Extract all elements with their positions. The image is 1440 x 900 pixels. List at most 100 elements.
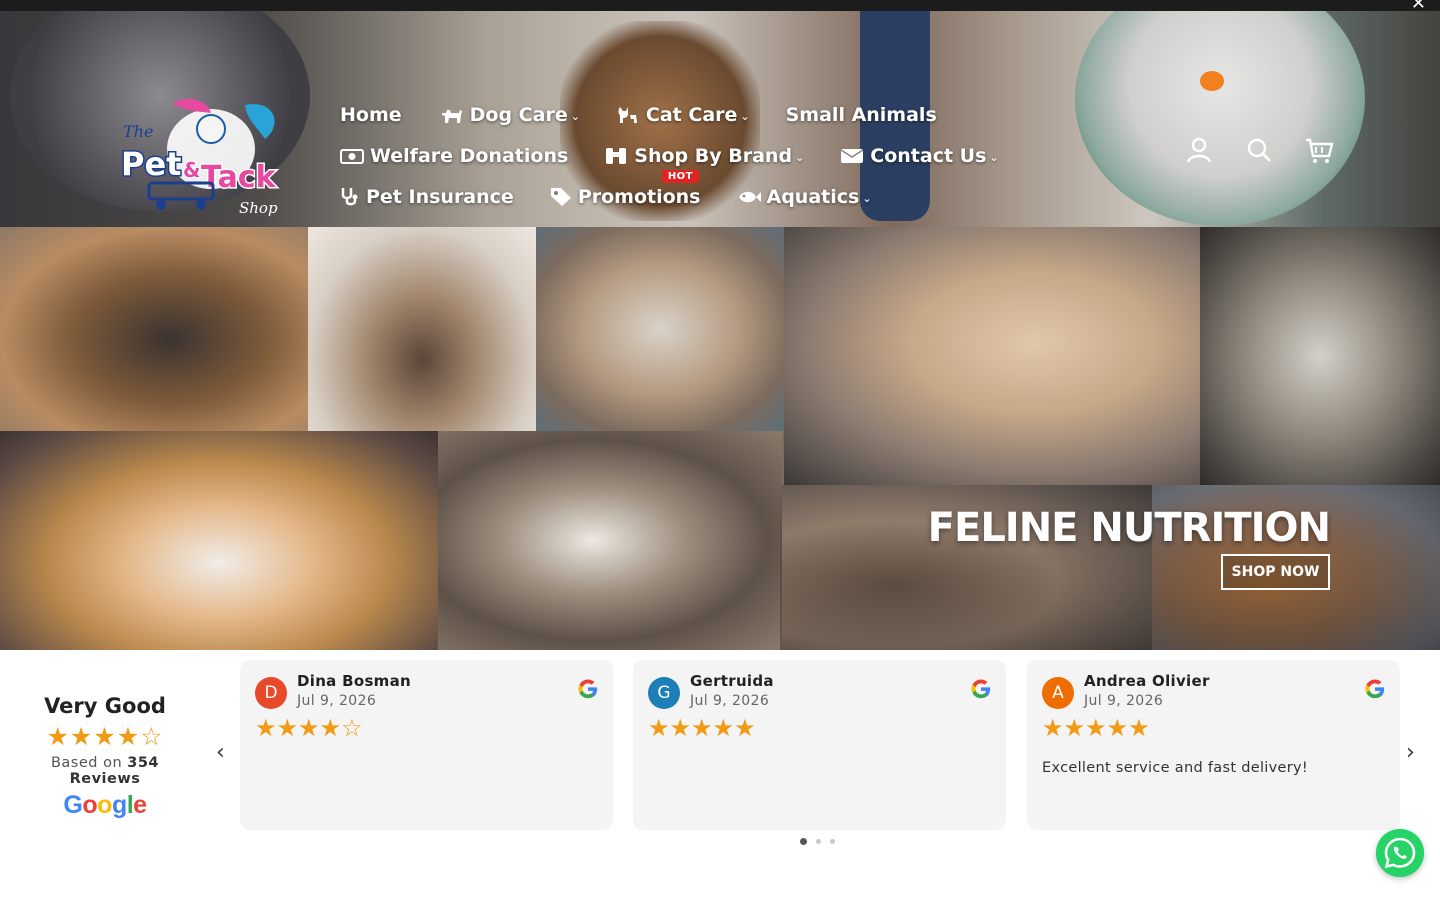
- summary-stars: ★★★★☆: [18, 724, 192, 750]
- pagination-dot[interactable]: [830, 839, 835, 844]
- google-g-icon: [577, 678, 599, 700]
- review-stars: ★★★★☆: [255, 715, 363, 741]
- announcement-bar: ✕: [0, 0, 1440, 14]
- star-icon: ★: [1063, 714, 1086, 742]
- chevron-down-icon: ⌄: [795, 151, 805, 164]
- search-icon[interactable]: [1244, 135, 1274, 165]
- header-bg-fishbowl: [1075, 11, 1365, 226]
- binoculars-icon: [604, 146, 628, 166]
- hero-photo-kittens: [536, 227, 784, 431]
- avatar: A: [1042, 677, 1074, 709]
- envelope-icon: [840, 146, 864, 166]
- nav-item-pet-insurance[interactable]: Pet Insurance: [340, 186, 514, 208]
- star-icon: ★: [1106, 714, 1129, 742]
- review-date: Jul 9, 2026: [297, 693, 377, 709]
- cart-icon[interactable]: [1304, 135, 1334, 165]
- nav-item-small-animals[interactable]: Small Animals: [786, 104, 937, 126]
- nav-item-label: Dog Care: [469, 103, 568, 126]
- review-stars: ★★★★★: [648, 715, 756, 741]
- reviewer-name: Gertruida: [690, 672, 774, 690]
- star-icon: ★: [319, 714, 342, 742]
- hero-banner[interactable]: FELINE NUTRITION SHOP NOW: [0, 227, 1440, 650]
- nav-item-contact-us[interactable]: Contact Us ⌄: [840, 144, 999, 167]
- site-logo[interactable]: The Pet & Tack Shop: [115, 95, 293, 225]
- reviews-section: Very Good ★★★★☆ Based on 354 Reviews Goo…: [0, 650, 1440, 900]
- nav-item-welfare-donations[interactable]: Welfare Donations: [340, 145, 568, 167]
- pagination-dot[interactable]: [816, 839, 821, 844]
- svg-text:Shop: Shop: [239, 199, 278, 217]
- star-icon: ★: [46, 722, 70, 751]
- hero-photo-tabby: [1200, 227, 1440, 485]
- star-icon: ★: [93, 722, 117, 751]
- nav-item-shop-by-brand[interactable]: Shop By Brand ⌄: [604, 145, 804, 167]
- cat-icon: [616, 105, 640, 125]
- star-icon: ★: [691, 714, 713, 742]
- star-icon: ★: [712, 714, 735, 742]
- pagination-dot[interactable]: [800, 838, 807, 845]
- rating-label: Very Good: [44, 694, 166, 718]
- hero-photo-cats-play: [784, 227, 1200, 485]
- review-card: G Gertruida Jul 9, 2026 ★★★★★: [633, 660, 1006, 830]
- hero-title: FELINE NUTRITION: [927, 505, 1331, 551]
- nav-item-promotions[interactable]: Promotions HOT: [550, 169, 701, 208]
- tag-icon: [550, 187, 572, 207]
- nav-item-label: Aquatics: [766, 185, 860, 208]
- nav-row-3: Pet Insurance Promotions HOT Aquatics ⌄: [340, 169, 1037, 217]
- header-actions: [1184, 135, 1334, 165]
- star-icon: ★: [116, 722, 141, 751]
- svg-text:Pet: Pet: [121, 145, 181, 183]
- reviews-summary: Very Good ★★★★☆ Based on 354 Reviews Goo…: [18, 694, 192, 820]
- google-logo: Google: [63, 791, 147, 819]
- nav-item-aquatics[interactable]: Aquatics ⌄: [737, 186, 872, 208]
- star-icon: ★: [1042, 714, 1064, 742]
- svg-text:&: &: [183, 158, 200, 182]
- avatar: G: [648, 677, 680, 709]
- stethoscope-icon: [340, 187, 360, 207]
- site-header: The Pet & Tack Shop Home Dog Care ⌄ Cat …: [0, 11, 1440, 227]
- star-empty-icon: ☆: [140, 722, 164, 751]
- star-empty-icon: ☆: [341, 714, 363, 742]
- star-icon: ★: [1128, 714, 1150, 742]
- shop-now-button[interactable]: SHOP NOW: [1221, 554, 1330, 590]
- nav-item-label: Pet Insurance: [366, 185, 514, 208]
- star-icon: ★: [298, 714, 320, 742]
- star-icon: ★: [276, 714, 299, 742]
- whatsapp-button[interactable]: [1376, 829, 1424, 877]
- svg-text:The: The: [123, 122, 153, 141]
- nav-item-label: Home: [340, 103, 402, 126]
- review-text: Excellent service and fast delivery!: [1042, 760, 1308, 776]
- review-stars: ★★★★★: [1042, 715, 1150, 741]
- chevron-down-icon: ⌄: [570, 110, 580, 123]
- google-g-icon: [970, 678, 992, 700]
- nav-item-label: Promotions: [577, 185, 701, 208]
- nav-item-label: Small Animals: [785, 103, 937, 126]
- hero-photo-two-cats: [438, 431, 782, 650]
- next-arrow-icon[interactable]: ›: [1406, 740, 1415, 765]
- hero-photo-hat-kitten: [0, 431, 438, 650]
- prev-arrow-icon[interactable]: ‹: [216, 740, 225, 765]
- review-card: A Andrea Olivier Jul 9, 2026 ★★★★★ Excel…: [1027, 660, 1400, 830]
- dog-icon: [440, 105, 464, 125]
- avatar: D: [255, 677, 287, 709]
- nav-row-1: Home Dog Care ⌄ Cat Care ⌄ Small Animals: [340, 94, 1037, 135]
- fish-icon: [737, 187, 761, 207]
- review-count: Based on 354 Reviews: [50, 755, 160, 787]
- account-icon[interactable]: [1184, 135, 1214, 165]
- hot-badge: HOT: [661, 169, 700, 183]
- whatsapp-icon: [1376, 829, 1424, 877]
- star-icon: ★: [669, 714, 692, 742]
- nav-item-label: Contact Us: [870, 144, 987, 167]
- nav-item-cat-care[interactable]: Cat Care ⌄: [616, 104, 750, 126]
- logo-graphic: The Pet & Tack Shop: [120, 98, 278, 217]
- chevron-down-icon: ⌄: [989, 151, 999, 164]
- nav-item-dog-care[interactable]: Dog Care ⌄: [440, 104, 580, 126]
- nav-item-home[interactable]: Home: [340, 104, 402, 126]
- google-g-icon: [1364, 678, 1386, 700]
- main-nav: Home Dog Care ⌄ Cat Care ⌄ Small Animals: [340, 94, 1037, 217]
- nav-item-label: Cat Care: [645, 103, 738, 126]
- nav-item-label: Welfare Donations: [370, 144, 569, 167]
- money-icon: [340, 146, 364, 166]
- chevron-down-icon: ⌄: [740, 110, 750, 123]
- star-icon: ★: [69, 722, 94, 751]
- reviewer-name: Dina Bosman: [297, 672, 412, 690]
